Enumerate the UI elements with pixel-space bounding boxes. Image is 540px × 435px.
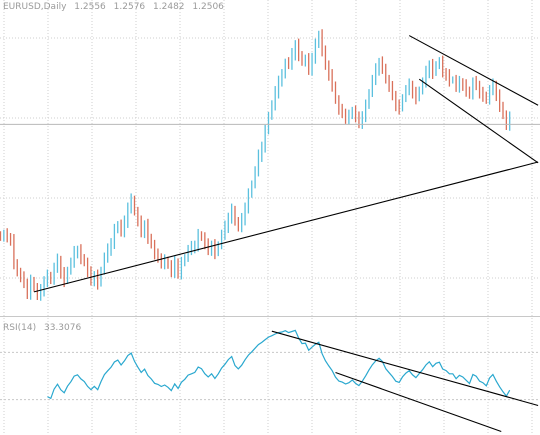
grid-lines [0, 0, 540, 435]
low-value: 1.2482 [153, 2, 185, 12]
trendline [33, 161, 539, 293]
close-value: 1.2506 [192, 2, 224, 12]
panel-separator[interactable] [0, 316, 540, 317]
open-value: 1.2556 [74, 2, 106, 12]
rsi-value: 33.3076 [43, 323, 82, 333]
rsi-panel [0, 329, 540, 432]
trendline [408, 35, 539, 106]
trendline [418, 78, 539, 164]
chart-area[interactable] [0, 0, 540, 435]
rsi-header: RSI(14) 33.3076 [3, 323, 86, 333]
rsi-trendline [335, 371, 502, 432]
rsi-label: RSI(14) [3, 323, 37, 333]
high-value: 1.2576 [113, 2, 146, 12]
symbol-label: EURUSD,Daily [3, 2, 67, 12]
price-candles [0, 29, 511, 301]
rsi-trendline [271, 330, 539, 407]
rsi-line [47, 329, 511, 400]
price-header: EURUSD,Daily 1.2556 1.2576 1.2482 1.2506 [3, 2, 229, 12]
